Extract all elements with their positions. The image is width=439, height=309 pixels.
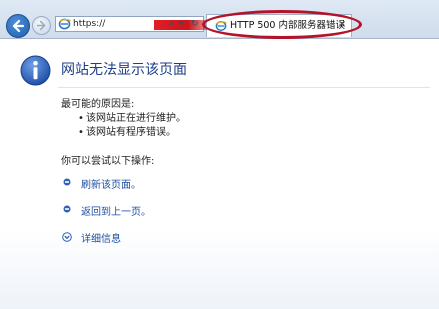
search-icon[interactable]: ⌕: [169, 18, 174, 30]
back-button[interactable]: [6, 14, 30, 38]
forward-button[interactable]: [32, 16, 51, 35]
dropdown-icon[interactable]: ▾: [179, 18, 184, 30]
chevron-down-icon[interactable]: [62, 232, 72, 242]
tab-active[interactable]: HTTP 500 内部服务器错误 ×: [206, 14, 352, 37]
arrow-right-icon: [36, 20, 46, 31]
ie-logo-icon: [215, 21, 227, 31]
tab-title: HTTP 500 内部服务器错误: [230, 20, 345, 31]
address-bar[interactable]: https:// ⌕ ▾ ↻: [55, 16, 216, 32]
bullet-arrow-icon: [63, 178, 71, 186]
error-page: 网站无法显示该页面 最可能的原因是: • 该网站正在进行维护。 • 该网站有程序错误…: [0, 39, 439, 309]
list-item: • 该网站正在进行维护。: [78, 113, 186, 124]
divider: [58, 87, 430, 88]
refresh-icon[interactable]: ↻: [191, 18, 199, 30]
browser-toolbar: https:// ⌕ ▾ ↻ HTTP 500 内部服务器错误 ×: [0, 0, 439, 39]
page-title: 网站无法显示该页面: [61, 62, 187, 78]
bullet-arrow-icon: [63, 205, 71, 213]
close-icon[interactable]: ×: [338, 18, 346, 31]
go-back-link[interactable]: 返回到上一页。: [81, 203, 151, 218]
info-icon: [20, 55, 51, 86]
address-url-text: https://: [73, 19, 106, 29]
actions-heading: 你可以尝试以下操作:: [61, 156, 155, 167]
arrow-left-icon: [12, 19, 25, 33]
ie-logo-icon: [58, 18, 71, 30]
list-item: • 该网站有程序错误。: [78, 127, 176, 138]
causes-heading: 最可能的原因是:: [61, 99, 135, 110]
refresh-page-link[interactable]: 刷新该页面。: [81, 176, 141, 191]
more-info-link[interactable]: 详细信息: [81, 230, 121, 245]
